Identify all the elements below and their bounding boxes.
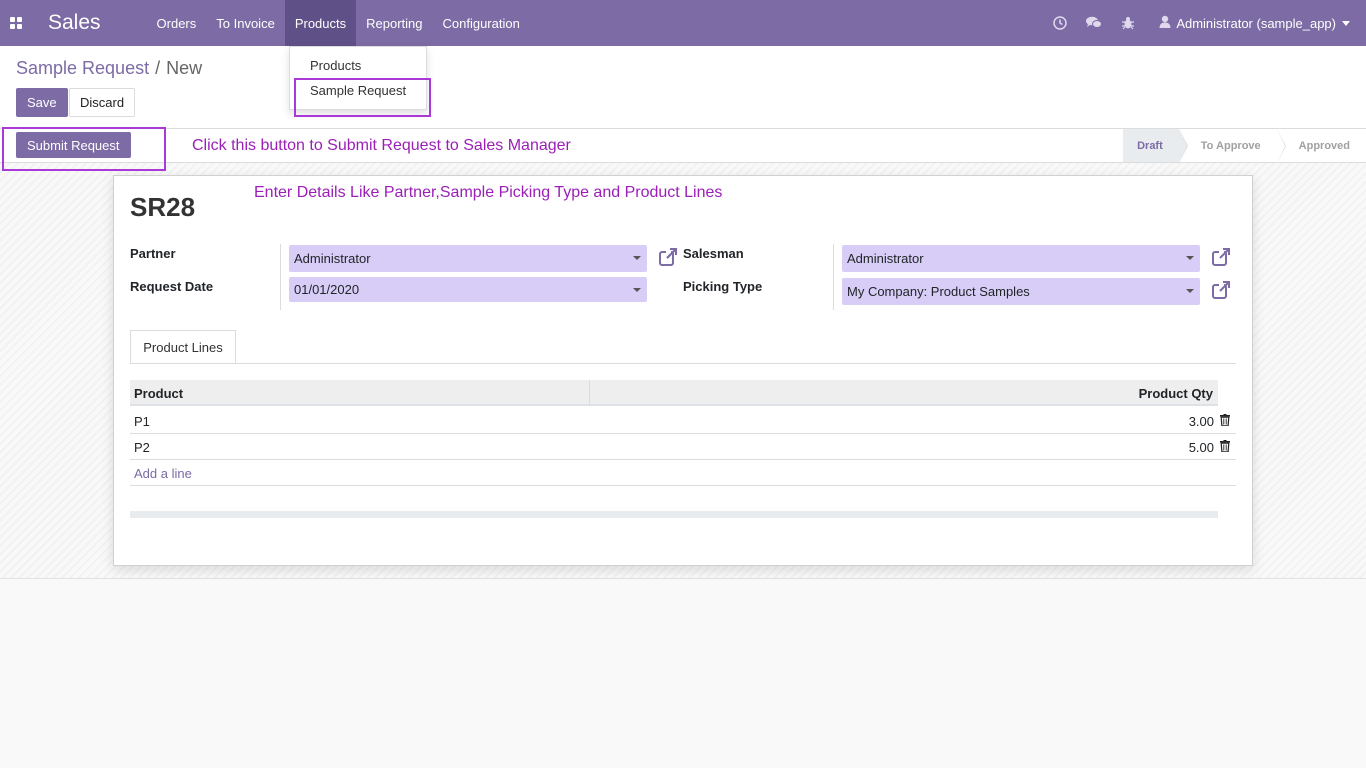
highlight-box-sample-request: [294, 78, 431, 117]
control-panel: Sample Request / New Save Discard: [0, 46, 1366, 128]
row-product: P1: [134, 414, 150, 429]
user-name: Administrator (sample_app): [1176, 15, 1336, 31]
tab-divider: [130, 363, 1236, 364]
stage-approved[interactable]: Approved: [1277, 129, 1366, 162]
user-avatar-icon: [1159, 15, 1171, 31]
salesman-label: Salesman: [683, 246, 744, 261]
messaging-chat-icon[interactable]: [1077, 0, 1111, 46]
column-separator: [589, 380, 590, 406]
picking-type-label: Picking Type: [683, 279, 763, 294]
dropdown-item-products[interactable]: Products: [310, 58, 361, 73]
add-line-row: [130, 460, 1236, 486]
request-date-value: 01/01/2020: [294, 282, 360, 297]
row-product: P2: [134, 440, 150, 455]
app-brand: Sales: [48, 11, 101, 34]
partner-value: Administrator: [294, 251, 371, 266]
group-divider-right: [833, 244, 834, 310]
salesman-value: Administrator: [847, 251, 924, 266]
menu-reporting[interactable]: Reporting: [356, 0, 432, 46]
picking-type-value: My Company: Product Samples: [847, 284, 1030, 299]
breadcrumb-current: New: [166, 58, 203, 78]
menu-products[interactable]: Products: [284, 0, 357, 46]
add-a-line-link[interactable]: Add a line: [134, 466, 192, 481]
breadcrumb-separator: /: [155, 58, 161, 78]
row-qty: 5.00: [1188, 440, 1214, 455]
save-button[interactable]: Save: [16, 88, 68, 117]
stage-approved-label: Approved: [1298, 139, 1350, 152]
details-annotation-text: Enter Details Like Partner,Sample Pickin…: [254, 184, 723, 201]
chevron-down-icon: [1342, 20, 1350, 26]
trash-icon[interactable]: [1220, 440, 1230, 452]
picking-type-field[interactable]: My Company: Product Samples: [842, 278, 1200, 305]
submit-annotation-text: Click this button to Submit Request to S…: [192, 137, 571, 154]
external-link-icon[interactable]: [1211, 280, 1231, 300]
request-date-field[interactable]: 01/01/2020: [289, 277, 647, 302]
form-sheet: SR28 Enter Details Like Partner,Sample P…: [113, 175, 1253, 566]
dropdown-caret-icon: [633, 256, 641, 260]
apps-menu-icon[interactable]: [0, 0, 32, 46]
external-link-icon[interactable]: [1211, 247, 1231, 267]
top-navbar: Sales Orders To Invoice Products Reporti…: [0, 0, 1366, 46]
table-row[interactable]: P2 5.00: [130, 434, 1236, 460]
external-link-icon[interactable]: [658, 247, 678, 267]
row-qty: 3.00: [1188, 414, 1214, 429]
column-header-product[interactable]: Product: [134, 386, 183, 401]
main-menu: Orders To Invoice Products Reporting Con…: [147, 0, 530, 46]
trash-icon[interactable]: [1220, 414, 1230, 426]
column-header-product-qty[interactable]: Product Qty: [1139, 386, 1213, 401]
record-name-title: SR28: [130, 192, 196, 222]
menu-to-invoice[interactable]: To Invoice: [206, 0, 285, 46]
systray: Administrator (sample_app): [1043, 0, 1366, 46]
activity-clock-icon[interactable]: [1043, 0, 1077, 46]
form-statusbar: Submit Request Click this button to Subm…: [0, 128, 1366, 163]
stage-to-approve[interactable]: To Approve: [1179, 129, 1286, 163]
table-row[interactable]: P1 3.00: [130, 408, 1236, 434]
table-footer-bar: [130, 511, 1218, 518]
dropdown-caret-icon: [1186, 289, 1194, 293]
dropdown-caret-icon: [633, 288, 641, 292]
partner-field[interactable]: Administrator: [289, 245, 647, 272]
product-lines-header: Product Product Qty: [130, 380, 1218, 406]
discard-button[interactable]: Discard: [69, 88, 136, 117]
menu-orders[interactable]: Orders: [147, 0, 207, 46]
stage-to-approve-label: To Approve: [1200, 139, 1261, 152]
status-stages: Draft To Approve Approved: [1123, 129, 1366, 163]
breadcrumb: Sample Request / New: [16, 58, 202, 79]
highlight-box-submit: [2, 127, 166, 171]
user-menu[interactable]: Administrator (sample_app): [1145, 15, 1366, 31]
tab-product-lines[interactable]: Product Lines: [130, 330, 236, 364]
stage-draft[interactable]: Draft: [1123, 129, 1188, 163]
salesman-field[interactable]: Administrator: [842, 245, 1200, 272]
breadcrumb-parent[interactable]: Sample Request: [16, 58, 149, 78]
partner-label: Partner: [130, 246, 176, 261]
request-date-label: Request Date: [130, 279, 214, 294]
dropdown-caret-icon: [1186, 256, 1194, 260]
debug-bug-icon[interactable]: [1111, 0, 1145, 46]
menu-configuration[interactable]: Configuration: [433, 0, 530, 46]
stage-draft-label: Draft: [1137, 139, 1163, 152]
group-divider-left: [280, 244, 281, 310]
